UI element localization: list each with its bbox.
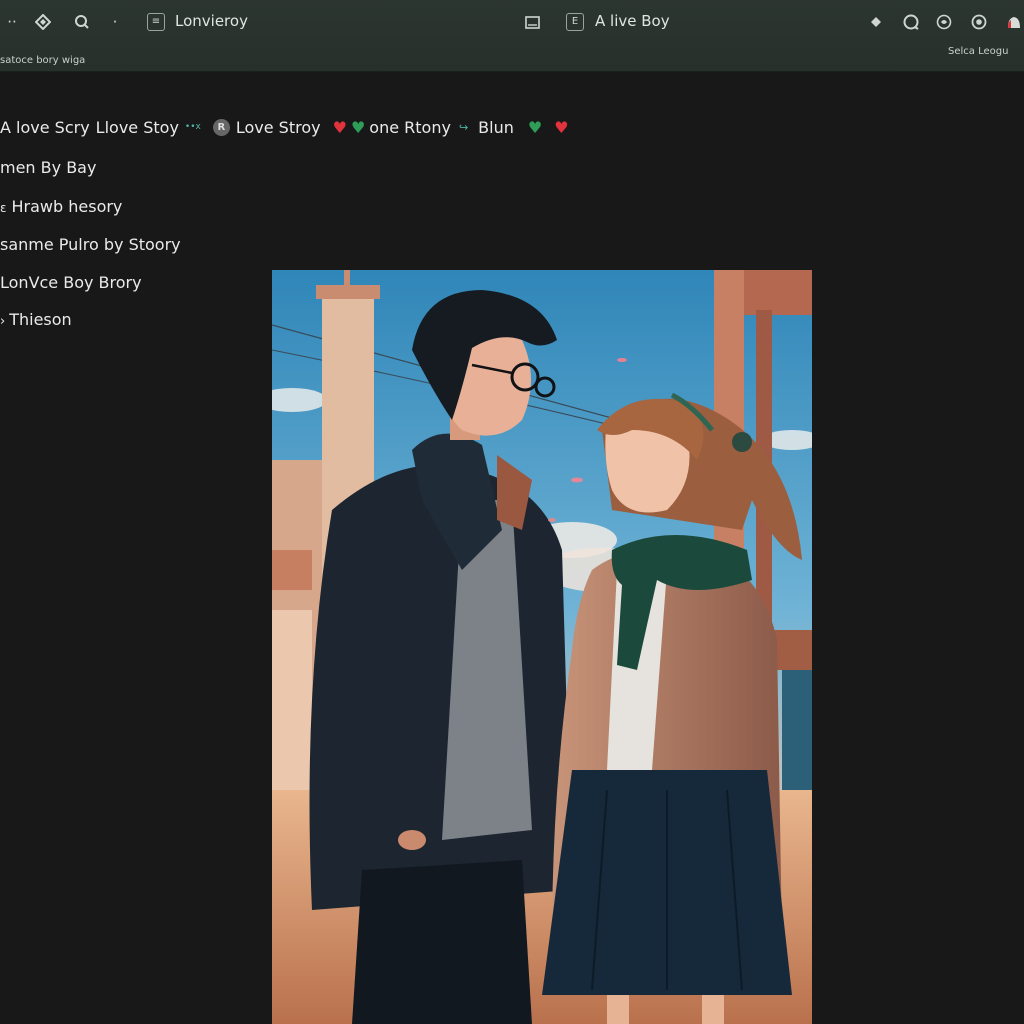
picture-icon[interactable] <box>520 10 544 34</box>
right-label: Selca Leogu <box>948 46 1009 57</box>
diamond-icon[interactable] <box>31 10 55 34</box>
sub-label: satoce bory wiga <box>0 55 86 66</box>
chevron-right-icon: › <box>0 314 6 329</box>
app-title: Lonvieroy <box>175 12 248 30</box>
feed-text-2[interactable]: Llove Stoy <box>96 118 179 137</box>
heart-red-icon[interactable]: ♥ <box>554 118 568 137</box>
heart-red-icon[interactable]: ♥ <box>333 118 347 137</box>
heart-green-icon[interactable]: ♥ <box>351 118 365 137</box>
document-icon[interactable]: ≡ <box>144 10 168 34</box>
feed-text-4[interactable]: one Rtony <box>369 118 451 137</box>
bullet-icon: ε <box>0 201 7 215</box>
feed-text-5[interactable]: Blun <box>478 118 514 137</box>
top-bar: ·· · ≡ Lonvieroy satoce bory wiga E A li… <box>0 0 1024 72</box>
record-icon[interactable] <box>967 10 991 34</box>
dot-icon[interactable]: · <box>103 10 127 34</box>
feed-text-3[interactable]: Love Stroy <box>236 118 321 137</box>
feed-tag: ••x <box>184 122 201 132</box>
dots-icon[interactable]: ·· <box>0 10 24 34</box>
pin-icon[interactable] <box>864 10 888 34</box>
mention-icon[interactable] <box>932 10 956 34</box>
refresh-icon[interactable] <box>899 10 923 34</box>
notification-icon[interactable] <box>1002 10 1024 34</box>
story-feed-row: A love Scry Llove Stoy ••x R Love Stroy … <box>0 114 573 140</box>
conversation-title: A live Boy <box>595 12 670 30</box>
list-item[interactable]: ε Hrawb hesory <box>0 197 122 216</box>
badge-icon[interactable]: E <box>563 10 587 34</box>
heart-green-icon[interactable]: ♥ <box>528 118 542 137</box>
avatar[interactable]: R <box>212 118 230 136</box>
arrow-icon: ↪ <box>458 120 469 134</box>
story-illustration[interactable] <box>272 270 812 1024</box>
search-icon[interactable] <box>70 10 94 34</box>
list-item[interactable]: sanme Pulro by Stoory <box>0 235 181 254</box>
list-item[interactable]: › Thieson <box>0 310 72 329</box>
list-item[interactable]: LonVce Boy Brory <box>0 273 142 292</box>
list-item[interactable]: men By Bay <box>0 158 96 177</box>
feed-text-1[interactable]: A love Scry <box>0 118 90 137</box>
